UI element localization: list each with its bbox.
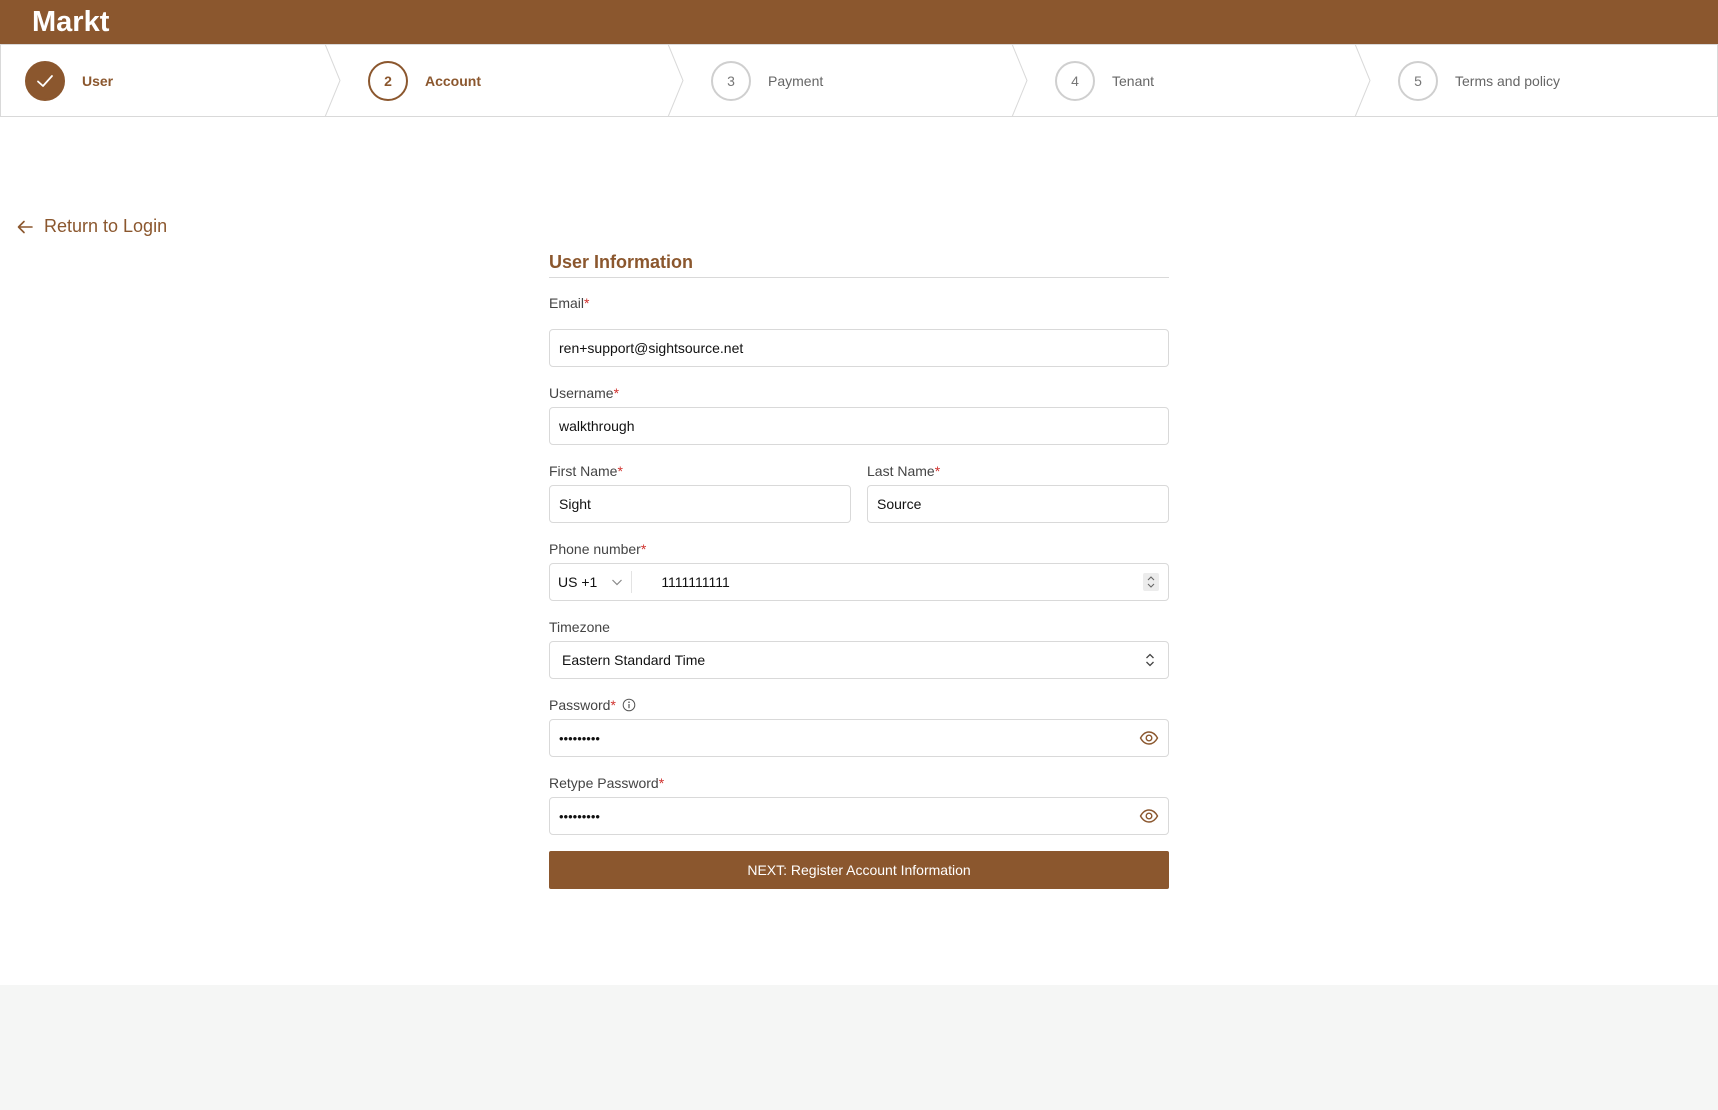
step-separator xyxy=(1011,44,1028,117)
password-label: Password * xyxy=(549,697,636,713)
username-label: Username* xyxy=(549,385,620,401)
phone-field: US +1 1111111111 xyxy=(549,563,1169,601)
required-mark: * xyxy=(658,775,665,791)
step-user-label: User xyxy=(82,73,114,89)
password-field[interactable]: ••••••••• xyxy=(549,719,1169,757)
email-field[interactable]: ren+support@sightsource.net xyxy=(549,329,1169,367)
username-field[interactable]: walkthrough xyxy=(549,407,1169,445)
step-separator xyxy=(667,44,684,117)
email-value: ren+support@sightsource.net xyxy=(559,340,744,356)
step-payment-indicator: 3 xyxy=(711,61,751,101)
step-account-indicator: 2 xyxy=(368,61,408,101)
page-footer xyxy=(0,985,1718,1110)
first-name-field[interactable]: Sight xyxy=(549,485,851,523)
required-mark: * xyxy=(617,463,623,479)
required-mark: * xyxy=(610,697,616,713)
step-tenant-label: Tenant xyxy=(1112,73,1155,89)
password-value: ••••••••• xyxy=(559,730,600,746)
required-mark: * xyxy=(934,463,941,479)
step-account-label: Account xyxy=(425,73,481,89)
last-name-field[interactable]: Source xyxy=(867,485,1169,523)
check-icon xyxy=(37,75,53,87)
step-terms-indicator: 5 xyxy=(1398,61,1438,101)
required-mark: * xyxy=(613,385,620,401)
country-code-select[interactable]: US +1 xyxy=(550,571,633,593)
select-arrows-icon xyxy=(1146,653,1154,667)
step-separator xyxy=(1354,44,1371,117)
number-spinner[interactable] xyxy=(1143,573,1159,591)
app-header: Markt xyxy=(0,0,1718,44)
return-to-login-label: Return to Login xyxy=(44,216,168,236)
retype-password-value: ••••••••• xyxy=(559,808,600,824)
step-user-indicator xyxy=(25,61,65,101)
section-title: User Information xyxy=(549,252,1169,278)
registration-stepper: User 2 Account 3 Payment 4 Tenant 5 Term… xyxy=(0,44,1718,117)
info-icon[interactable] xyxy=(622,698,636,712)
phone-number-input[interactable]: 1111111111 xyxy=(661,574,1143,590)
required-mark: * xyxy=(584,295,590,311)
chevron-down-icon xyxy=(612,579,623,586)
spinner-arrows-icon xyxy=(1147,576,1155,588)
phone-label: Phone number* xyxy=(549,541,647,557)
email-label: Email* xyxy=(549,295,590,311)
last-name-label: Last Name* xyxy=(867,463,941,479)
country-code-value: US +1 xyxy=(558,574,598,590)
step-terms-label: Terms and policy xyxy=(1455,73,1561,89)
first-name-value: Sight xyxy=(559,496,591,512)
retype-password-field[interactable]: ••••••••• xyxy=(549,797,1169,835)
eye-icon[interactable] xyxy=(1139,728,1159,748)
step-separator xyxy=(324,44,341,117)
last-name-value: Source xyxy=(877,496,922,512)
retype-password-label: Retype Password* xyxy=(549,775,665,791)
arrow-left-icon xyxy=(17,220,33,233)
app-logo: Markt xyxy=(32,6,110,38)
timezone-label: Timezone xyxy=(549,619,610,635)
step-tenant-indicator: 4 xyxy=(1055,61,1095,101)
user-information-form: User Information xyxy=(549,252,1169,278)
return-to-login-link[interactable]: Return to Login xyxy=(16,216,167,237)
required-mark: * xyxy=(640,541,647,557)
first-name-label: First Name* xyxy=(549,463,623,479)
username-value: walkthrough xyxy=(559,418,635,434)
timezone-value: Eastern Standard Time xyxy=(562,652,706,668)
timezone-select[interactable]: Eastern Standard Time xyxy=(549,641,1169,679)
eye-icon[interactable] xyxy=(1139,806,1159,826)
step-payment-label: Payment xyxy=(768,73,824,89)
next-register-account-button[interactable]: NEXT: Register Account Information xyxy=(549,851,1169,889)
